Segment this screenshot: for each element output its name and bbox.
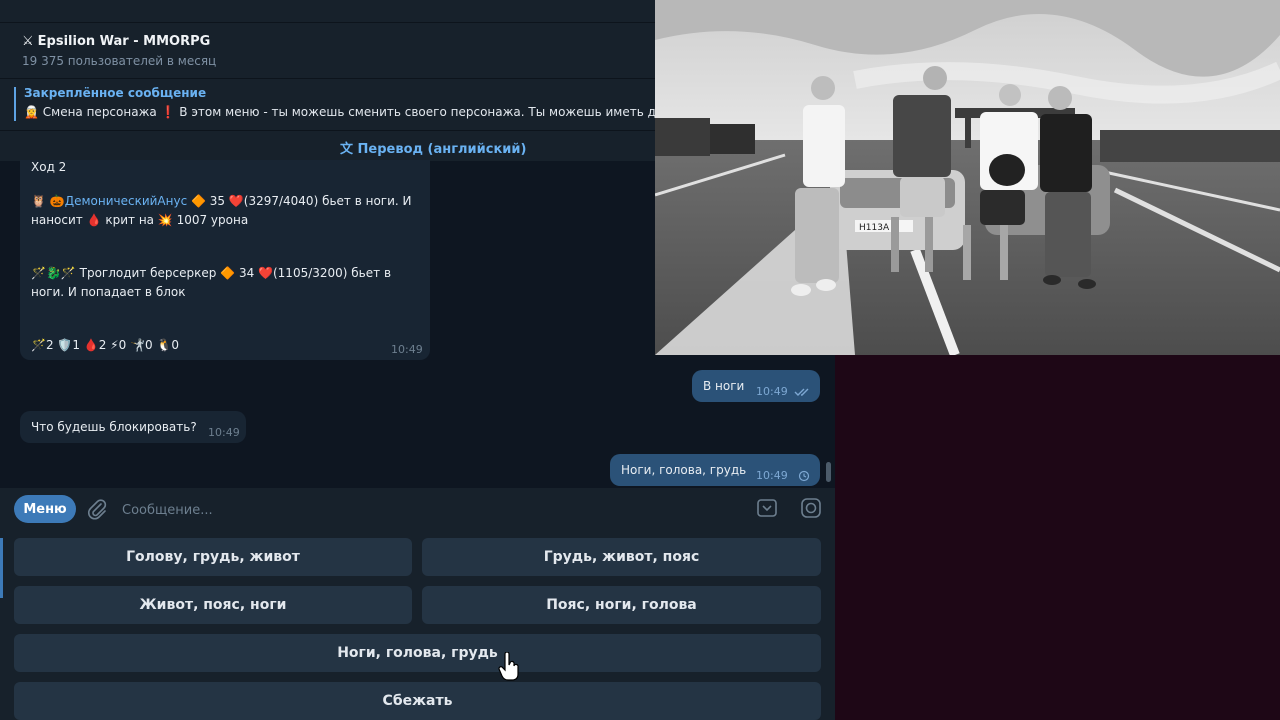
keyboard-button-head-chest-belly[interactable]: Голову, грудь, живот [14, 538, 412, 576]
composer: Меню [0, 488, 835, 528]
message-time: 10:49 [391, 343, 423, 356]
translate-button[interactable]: 文 Перевод (английский) [340, 138, 526, 157]
bot-turn-message: Ход 2 🦉 🎃ДемоническийАнус 🔶 35 ❤️(3297/4… [20, 160, 430, 360]
keyboard-accent [0, 538, 3, 598]
keyboard-button-chest-belly-waist[interactable]: Грудь, живот, пояс [422, 538, 821, 576]
pinned-accent-bar [14, 87, 16, 121]
paperclip-icon[interactable] [86, 497, 108, 521]
person-4 [1040, 86, 1096, 289]
incoming-message: Что будешь блокировать? 10:49 [20, 411, 246, 443]
keyboard-button-belly-waist-legs[interactable]: Живот, пояс, ноги [14, 586, 412, 624]
chat-subtitle: 19 375 пользователей в месяц [22, 54, 217, 68]
player-link[interactable]: ДемоническийАнус [65, 194, 187, 208]
msg-line: 🪄2 🛡️1 🩸2 ⚡0 🤺0 🐧0 [31, 338, 180, 352]
hand-cursor-icon [498, 652, 519, 681]
chat-title-text: Epsilion War - MMORPG [37, 34, 211, 49]
msg-text: Что будешь блокировать? [31, 420, 197, 434]
keyboard-button-escape[interactable]: Сбежать [14, 682, 821, 720]
msg-line: наносит 🩸 крит на 💥 1007 урона [31, 213, 249, 227]
msg-text: В ноги [703, 379, 745, 393]
message-time: 10:49 [208, 426, 240, 439]
double-check-icon [794, 388, 809, 396]
license-plate: Н113А [859, 223, 890, 233]
menu-button[interactable]: Меню [14, 495, 76, 523]
video-message-icon[interactable] [800, 497, 822, 519]
msg-line: ноги. И попадает в блок [31, 285, 186, 299]
pinned-title: Закреплённое сообщение [24, 86, 207, 100]
video-overlay: Н113А [655, 0, 1280, 355]
scrollbar[interactable] [826, 462, 831, 482]
clock-icon [798, 470, 810, 482]
message-time: 10:49 [756, 469, 788, 482]
message-time: 10:49 [756, 385, 788, 398]
msg-line: 🪄🐉🪄 Троглодит берсеркер 🔶 34 ❤️(1105/320… [31, 266, 392, 280]
reply-keyboard: Голову, грудь, живот Грудь, живот, пояс … [0, 528, 835, 720]
pinned-text: 🧝 Смена персонажа ❗ В этом меню - ты мож… [24, 105, 656, 119]
crossed-swords-icon: ⚔ [22, 34, 34, 49]
chat-title: ⚔ Epsilion War - MMORPG [22, 34, 210, 49]
video-frame-image: Н113А [655, 0, 1280, 355]
message-input[interactable] [120, 496, 724, 524]
translate-label: Перевод (английский) [357, 142, 527, 157]
translate-icon: 文 [340, 142, 354, 157]
emoji-prefix: 🦉 🎃 [31, 194, 65, 208]
keyboard-button-legs-head-chest[interactable]: Ноги, голова, грудь [14, 634, 821, 672]
keyboard-button-waist-legs-head[interactable]: Пояс, ноги, голова [422, 586, 821, 624]
keyboard-toggle-icon[interactable] [756, 497, 778, 519]
msg-line: 🦉 🎃ДемоническийАнус 🔶 35 ❤️(3297/4040) б… [31, 194, 412, 208]
msg-line: Ход 2 [31, 160, 67, 174]
msg-text: Ноги, голова, грудь [621, 463, 747, 477]
msg-text: 🔶 35 ❤️(3297/4040) бьет в ноги. И [187, 194, 412, 208]
outgoing-message: Ноги, голова, грудь 10:49 [610, 454, 820, 486]
outgoing-message: В ноги 10:49 [692, 370, 820, 402]
